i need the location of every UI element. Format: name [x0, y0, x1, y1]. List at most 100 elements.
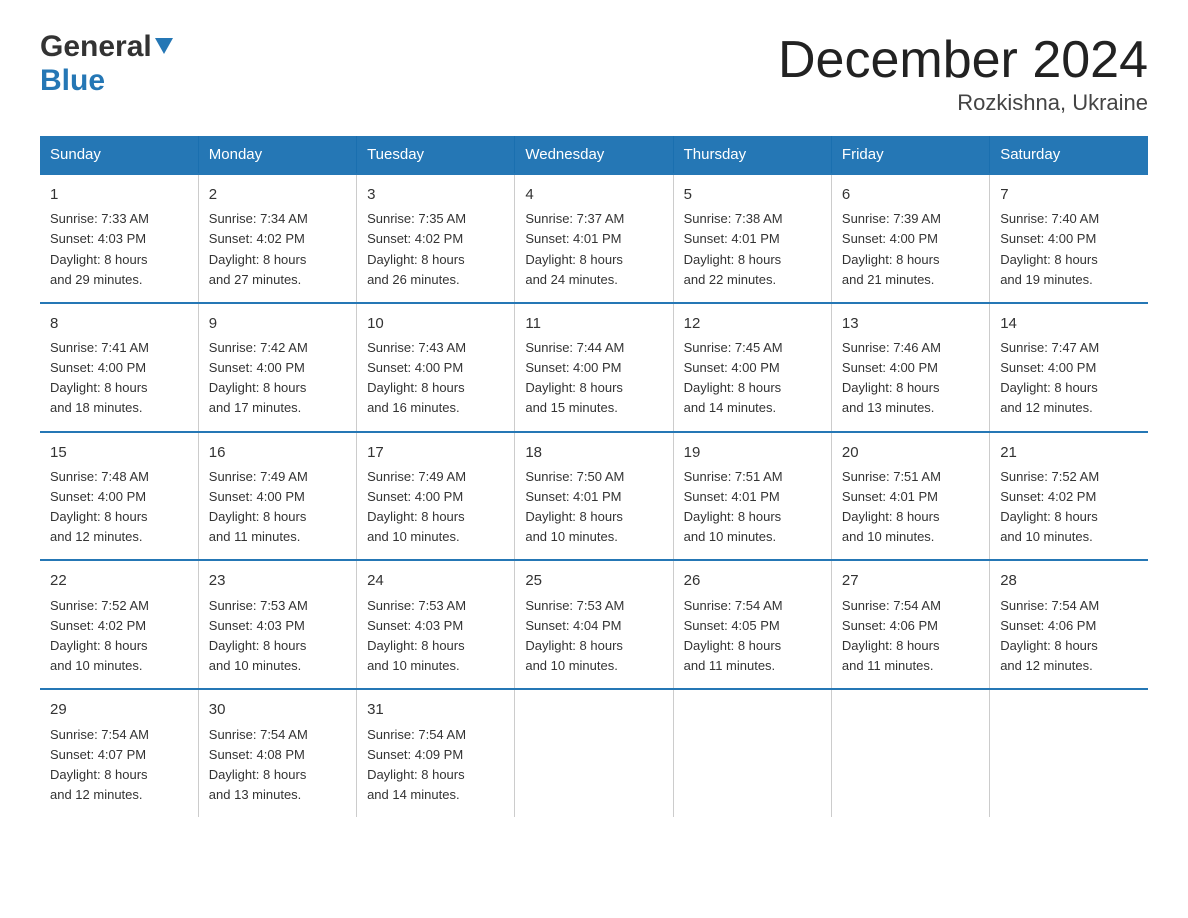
day-number: 2	[209, 183, 346, 206]
day-info: Sunrise: 7:47 AM Sunset: 4:00 PM Dayligh…	[1000, 338, 1138, 419]
page-header: General Blue December 2024 Rozkishna, Uk…	[40, 30, 1148, 116]
day-info: Sunrise: 7:54 AM Sunset: 4:05 PM Dayligh…	[684, 596, 821, 677]
logo-general-text: General	[40, 30, 152, 64]
day-number: 9	[209, 312, 346, 335]
day-info: Sunrise: 7:40 AM Sunset: 4:00 PM Dayligh…	[1000, 209, 1138, 290]
day-number: 20	[842, 441, 979, 464]
day-number: 5	[684, 183, 821, 206]
day-info: Sunrise: 7:34 AM Sunset: 4:02 PM Dayligh…	[209, 209, 346, 290]
calendar-cell	[990, 689, 1148, 817]
day-number: 3	[367, 183, 504, 206]
calendar-cell: 11 Sunrise: 7:44 AM Sunset: 4:00 PM Dayli…	[515, 303, 673, 432]
day-number: 30	[209, 698, 346, 721]
calendar-cell: 14 Sunrise: 7:47 AM Sunset: 4:00 PM Dayli…	[990, 303, 1148, 432]
calendar-cell: 7 Sunrise: 7:40 AM Sunset: 4:00 PM Daylig…	[990, 174, 1148, 303]
day-info: Sunrise: 7:52 AM Sunset: 4:02 PM Dayligh…	[50, 596, 188, 677]
day-info: Sunrise: 7:42 AM Sunset: 4:00 PM Dayligh…	[209, 338, 346, 419]
day-number: 29	[50, 698, 188, 721]
col-saturday: Saturday	[990, 136, 1148, 174]
day-info: Sunrise: 7:49 AM Sunset: 4:00 PM Dayligh…	[367, 467, 504, 548]
day-number: 22	[50, 569, 188, 592]
day-number: 24	[367, 569, 504, 592]
day-info: Sunrise: 7:53 AM Sunset: 4:03 PM Dayligh…	[209, 596, 346, 677]
calendar-cell: 5 Sunrise: 7:38 AM Sunset: 4:01 PM Daylig…	[673, 174, 831, 303]
calendar-cell: 23 Sunrise: 7:53 AM Sunset: 4:03 PM Dayli…	[198, 560, 356, 689]
col-monday: Monday	[198, 136, 356, 174]
calendar-body: 1Sunrise: 7:33 AM Sunset: 4:03 PM Daylig…	[40, 174, 1148, 817]
calendar-week-2: 8 Sunrise: 7:41 AM Sunset: 4:00 PM Daylig…	[40, 303, 1148, 432]
calendar-table: Sunday Monday Tuesday Wednesday Thursday…	[40, 136, 1148, 817]
calendar-cell: 31 Sunrise: 7:54 AM Sunset: 4:09 PM Dayli…	[357, 689, 515, 817]
page-title: December 2024	[778, 30, 1148, 90]
day-number: 1	[50, 183, 188, 206]
day-number: 21	[1000, 441, 1138, 464]
day-info: Sunrise: 7:44 AM Sunset: 4:00 PM Dayligh…	[525, 338, 662, 419]
day-info: Sunrise: 7:48 AM Sunset: 4:00 PM Dayligh…	[50, 467, 188, 548]
logo-blue-text: Blue	[40, 64, 105, 97]
calendar-cell: 22 Sunrise: 7:52 AM Sunset: 4:02 PM Dayli…	[40, 560, 198, 689]
calendar-week-1: 1Sunrise: 7:33 AM Sunset: 4:03 PM Daylig…	[40, 174, 1148, 303]
day-info: Sunrise: 7:53 AM Sunset: 4:04 PM Dayligh…	[525, 596, 662, 677]
day-number: 27	[842, 569, 979, 592]
day-number: 7	[1000, 183, 1138, 206]
calendar-cell: 20Sunrise: 7:51 AM Sunset: 4:01 PM Dayli…	[831, 432, 989, 561]
calendar-cell: 21 Sunrise: 7:52 AM Sunset: 4:02 PM Dayli…	[990, 432, 1148, 561]
day-number: 4	[525, 183, 662, 206]
day-info: Sunrise: 7:54 AM Sunset: 4:07 PM Dayligh…	[50, 725, 188, 806]
day-info: Sunrise: 7:46 AM Sunset: 4:00 PM Dayligh…	[842, 338, 979, 419]
header-row: Sunday Monday Tuesday Wednesday Thursday…	[40, 136, 1148, 174]
calendar-cell: 8 Sunrise: 7:41 AM Sunset: 4:00 PM Daylig…	[40, 303, 198, 432]
calendar-cell: 27 Sunrise: 7:54 AM Sunset: 4:06 PM Dayli…	[831, 560, 989, 689]
day-info: Sunrise: 7:37 AM Sunset: 4:01 PM Dayligh…	[525, 209, 662, 290]
logo: General Blue	[40, 30, 173, 98]
page-subtitle: Rozkishna, Ukraine	[778, 90, 1148, 116]
day-number: 15	[50, 441, 188, 464]
title-block: December 2024 Rozkishna, Ukraine	[778, 30, 1148, 116]
calendar-cell: 13Sunrise: 7:46 AM Sunset: 4:00 PM Dayli…	[831, 303, 989, 432]
calendar-cell: 2 Sunrise: 7:34 AM Sunset: 4:02 PM Daylig…	[198, 174, 356, 303]
day-number: 16	[209, 441, 346, 464]
calendar-cell	[831, 689, 989, 817]
day-number: 14	[1000, 312, 1138, 335]
day-number: 6	[842, 183, 979, 206]
day-number: 23	[209, 569, 346, 592]
day-info: Sunrise: 7:52 AM Sunset: 4:02 PM Dayligh…	[1000, 467, 1138, 548]
day-info: Sunrise: 7:51 AM Sunset: 4:01 PM Dayligh…	[684, 467, 821, 548]
calendar-cell: 16 Sunrise: 7:49 AM Sunset: 4:00 PM Dayli…	[198, 432, 356, 561]
calendar-cell: 17Sunrise: 7:49 AM Sunset: 4:00 PM Dayli…	[357, 432, 515, 561]
calendar-week-3: 15 Sunrise: 7:48 AM Sunset: 4:00 PM Dayli…	[40, 432, 1148, 561]
calendar-header: Sunday Monday Tuesday Wednesday Thursday…	[40, 136, 1148, 174]
day-info: Sunrise: 7:54 AM Sunset: 4:06 PM Dayligh…	[842, 596, 979, 677]
calendar-week-4: 22 Sunrise: 7:52 AM Sunset: 4:02 PM Dayli…	[40, 560, 1148, 689]
calendar-cell: 26Sunrise: 7:54 AM Sunset: 4:05 PM Dayli…	[673, 560, 831, 689]
day-number: 18	[525, 441, 662, 464]
day-info: Sunrise: 7:53 AM Sunset: 4:03 PM Dayligh…	[367, 596, 504, 677]
day-info: Sunrise: 7:54 AM Sunset: 4:06 PM Dayligh…	[1000, 596, 1138, 677]
calendar-cell: 10Sunrise: 7:43 AM Sunset: 4:00 PM Dayli…	[357, 303, 515, 432]
col-wednesday: Wednesday	[515, 136, 673, 174]
day-info: Sunrise: 7:41 AM Sunset: 4:00 PM Dayligh…	[50, 338, 188, 419]
calendar-cell: 15 Sunrise: 7:48 AM Sunset: 4:00 PM Dayli…	[40, 432, 198, 561]
day-number: 10	[367, 312, 504, 335]
calendar-cell: 30Sunrise: 7:54 AM Sunset: 4:08 PM Dayli…	[198, 689, 356, 817]
calendar-cell: 18Sunrise: 7:50 AM Sunset: 4:01 PM Dayli…	[515, 432, 673, 561]
day-number: 25	[525, 569, 662, 592]
calendar-week-5: 29 Sunrise: 7:54 AM Sunset: 4:07 PM Dayli…	[40, 689, 1148, 817]
day-number: 8	[50, 312, 188, 335]
day-info: Sunrise: 7:38 AM Sunset: 4:01 PM Dayligh…	[684, 209, 821, 290]
calendar-cell: 28Sunrise: 7:54 AM Sunset: 4:06 PM Dayli…	[990, 560, 1148, 689]
calendar-cell: 4 Sunrise: 7:37 AM Sunset: 4:01 PM Daylig…	[515, 174, 673, 303]
calendar-cell: 6 Sunrise: 7:39 AM Sunset: 4:00 PM Daylig…	[831, 174, 989, 303]
day-number: 11	[525, 312, 662, 335]
day-info: Sunrise: 7:39 AM Sunset: 4:00 PM Dayligh…	[842, 209, 979, 290]
col-tuesday: Tuesday	[357, 136, 515, 174]
day-info: Sunrise: 7:49 AM Sunset: 4:00 PM Dayligh…	[209, 467, 346, 548]
day-info: Sunrise: 7:54 AM Sunset: 4:09 PM Dayligh…	[367, 725, 504, 806]
day-number: 31	[367, 698, 504, 721]
col-sunday: Sunday	[40, 136, 198, 174]
day-number: 12	[684, 312, 821, 335]
calendar-cell: 19Sunrise: 7:51 AM Sunset: 4:01 PM Dayli…	[673, 432, 831, 561]
calendar-cell	[515, 689, 673, 817]
calendar-cell: 25 Sunrise: 7:53 AM Sunset: 4:04 PM Dayli…	[515, 560, 673, 689]
calendar-cell: 1Sunrise: 7:33 AM Sunset: 4:03 PM Daylig…	[40, 174, 198, 303]
